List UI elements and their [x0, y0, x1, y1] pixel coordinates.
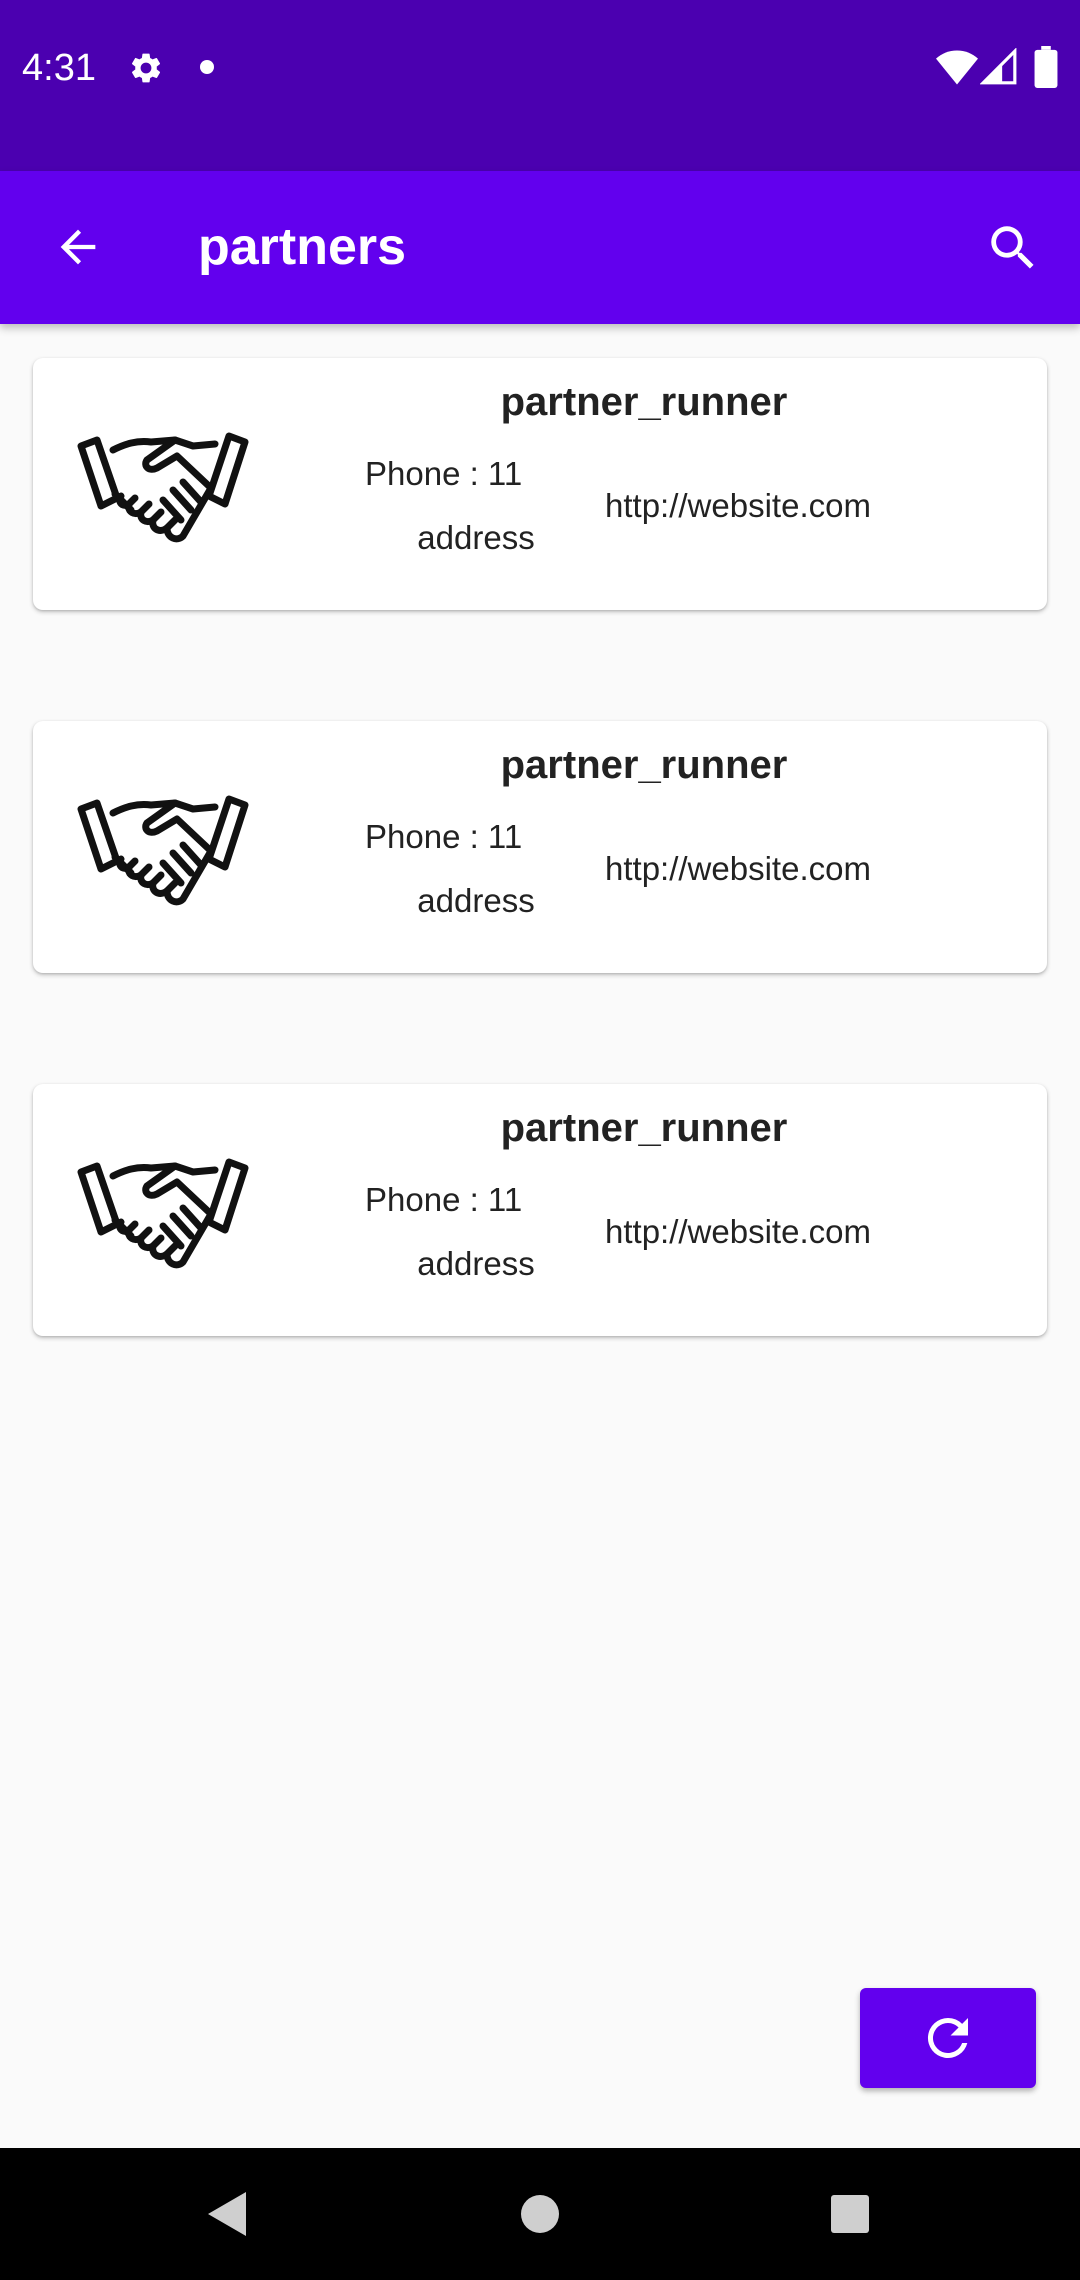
partner-address: address	[417, 1245, 535, 1282]
partner-address: address	[417, 519, 535, 556]
partner-phone: Phone : 11	[365, 455, 523, 492]
refresh-icon	[927, 2018, 968, 2058]
back-button[interactable]	[46, 215, 110, 279]
partner-phone: Phone : 11	[365, 818, 523, 855]
partner-website-link[interactable]: http://website.com	[605, 486, 1025, 526]
battery-icon	[1034, 46, 1058, 88]
notification-dot-icon	[200, 60, 214, 74]
nav-back-icon[interactable]	[204, 2190, 250, 2238]
signal-icon	[980, 48, 1017, 85]
app-bar: partners	[0, 171, 1080, 324]
partner-card[interactable]: partner_runner Phone : 11 address http:/…	[33, 358, 1047, 610]
status-time: 4:31	[22, 47, 96, 89]
status-bar: 4:31	[0, 0, 1080, 171]
partner-card[interactable]: partner_runner Phone : 11 address http:/…	[33, 721, 1047, 973]
partner-name: partner_runner	[500, 380, 788, 424]
partner-phone: Phone : 11	[365, 1181, 523, 1218]
page-title: partners	[198, 218, 407, 276]
nav-home-icon[interactable]	[520, 2194, 560, 2234]
handshake-icon	[77, 1158, 249, 1269]
partner-address: address	[417, 882, 535, 919]
handshake-icon	[77, 795, 249, 906]
search-button[interactable]	[978, 213, 1048, 283]
partner-card[interactable]: partner_runner Phone : 11 address http:/…	[33, 1084, 1047, 1336]
handshake-icon	[77, 432, 249, 543]
system-nav-bar	[0, 2148, 1080, 2280]
gear-icon	[132, 53, 161, 83]
arrow-back-icon	[60, 229, 96, 265]
partner-website-link[interactable]: http://website.com	[605, 1212, 1025, 1252]
partner-name: partner_runner	[500, 1106, 788, 1150]
partner-website-link[interactable]: http://website.com	[605, 849, 1025, 889]
partner-name: partner_runner	[500, 743, 788, 787]
nav-recents-icon[interactable]	[830, 2194, 870, 2234]
wifi-icon	[936, 50, 978, 85]
refresh-button[interactable]	[860, 1988, 1036, 2088]
search-icon	[991, 226, 1034, 269]
